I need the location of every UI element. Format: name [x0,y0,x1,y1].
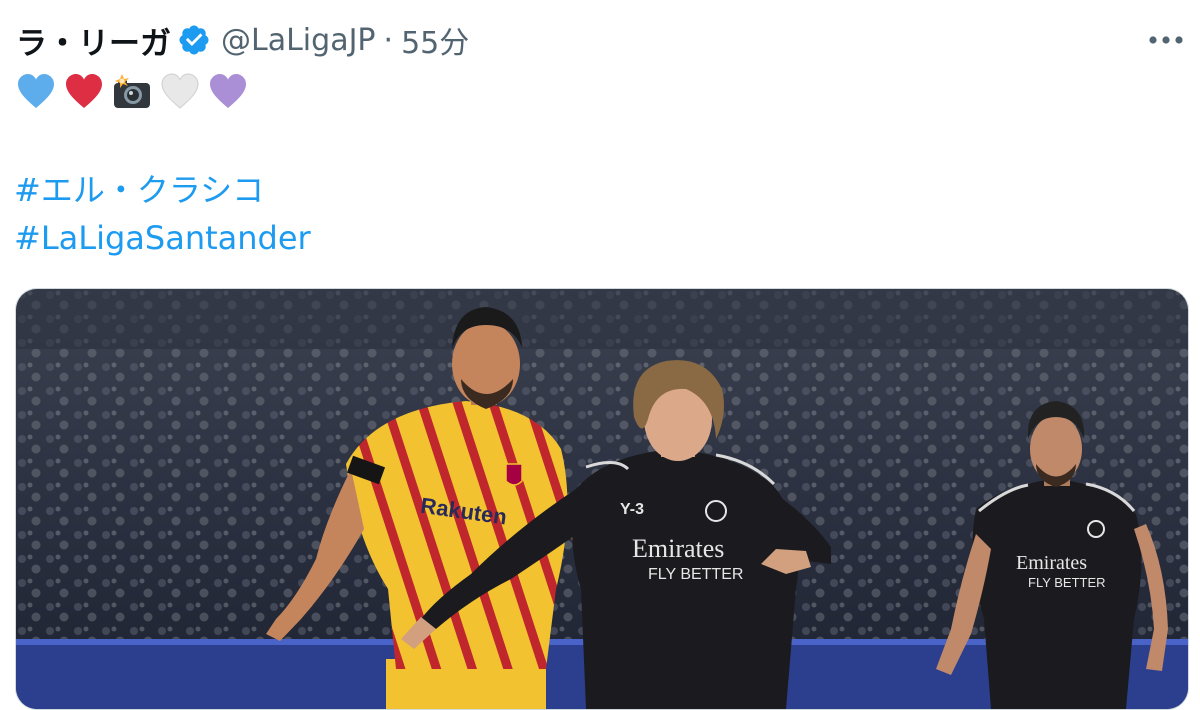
hashtag-laliga-santander[interactable]: #LaLigaSantander [14,214,311,262]
red-heart-icon [66,74,102,108]
timestamp[interactable]: 55分 [401,18,469,62]
hashtag-list: #エル・クラシコ #LaLigaSantander [14,166,311,262]
verified-badge-icon [179,25,209,55]
tweet-header: ラ・リーガ @LaLigaJP · 55分 [16,14,469,66]
jersey-sponsor-right: Emirates [1016,552,1087,574]
jersey-tagline-center: FLY BETTER [648,566,743,583]
separator-dot: · [383,22,394,58]
jersey-sponsor-center: Emirates [632,534,724,563]
white-heart-icon [161,73,199,109]
user-handle[interactable]: @LaLigaJP [221,23,376,58]
jersey-tagline-right: FLY BETTER [1028,575,1106,590]
tweet-photo[interactable]: Rakuten Y-3 Emirates FLY BETTER Emirates… [15,288,1189,710]
hashtag-el-clasico[interactable]: #エル・クラシコ [14,166,311,214]
blue-heart-icon [18,74,54,108]
purple-heart-icon [210,74,246,108]
more-horizontal-icon[interactable] [1146,22,1186,58]
jersey-brand-center: Y-3 [620,501,644,518]
camera-flash-icon [114,74,150,108]
display-name[interactable]: ラ・リーガ [16,18,171,63]
emoji-row [16,72,248,112]
